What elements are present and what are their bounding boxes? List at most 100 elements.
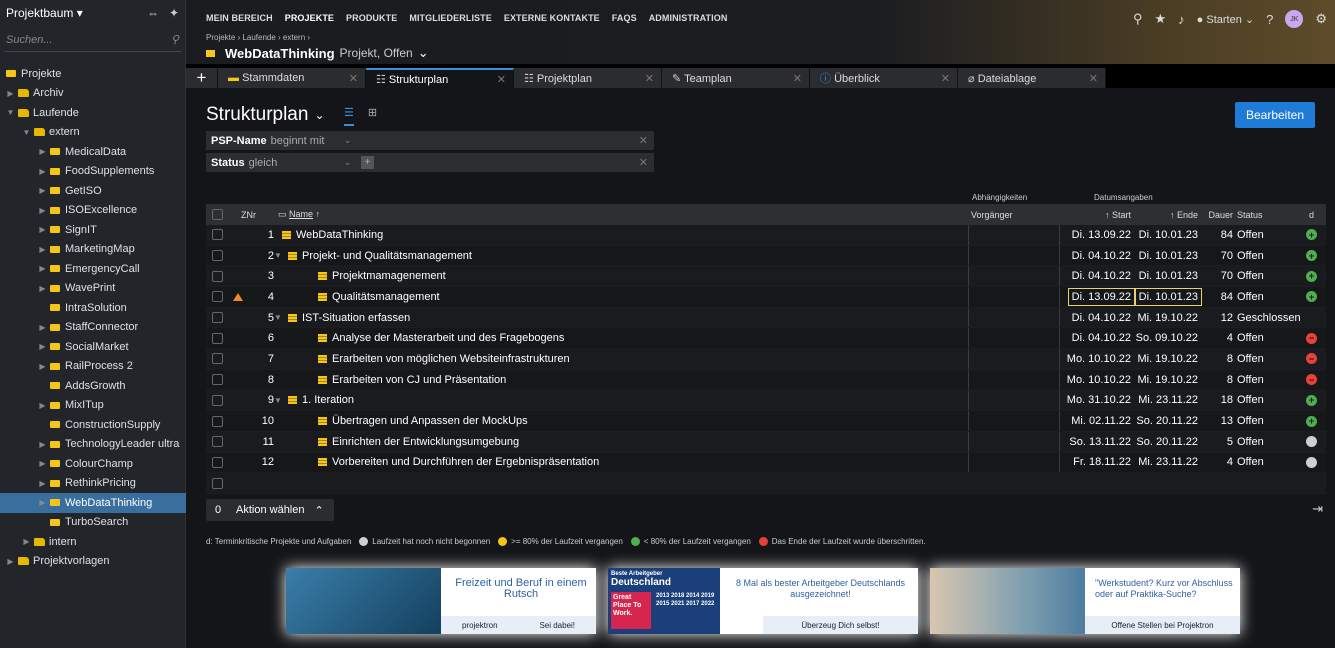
tree-node[interactable]: ▶ intern bbox=[0, 532, 186, 552]
expand-icon[interactable]: ▶ bbox=[38, 362, 47, 371]
close-icon[interactable]: ✕ bbox=[349, 72, 358, 85]
tree-node[interactable]: IntraSolution bbox=[0, 298, 186, 318]
tree-node[interactable]: ▶ StaffConnector bbox=[0, 318, 186, 338]
collapse-icon[interactable]: ⇔ bbox=[147, 6, 159, 20]
row-name[interactable]: Qualitätsmanagement bbox=[318, 291, 440, 303]
table-row[interactable]: 12 Vorbereiten und Durchführen der Ergebn… bbox=[206, 452, 1326, 474]
row-name[interactable]: Erarbeiten von möglichen Websiteinfrastr… bbox=[318, 353, 570, 365]
col-end[interactable]: ↑ Ende bbox=[1132, 210, 1198, 220]
table-row[interactable]: 7 Erarbeiten von möglichen Websiteinfrast… bbox=[206, 349, 1326, 370]
row-checkbox[interactable] bbox=[212, 374, 223, 386]
row-name[interactable]: Übertragen und Anpassen der MockUps bbox=[318, 415, 528, 427]
expand-icon[interactable]: ▶ bbox=[38, 147, 47, 156]
pin-icon[interactable]: ✦ bbox=[169, 6, 179, 20]
tree-search-field[interactable]: Suchen... ⚲ bbox=[4, 28, 181, 52]
col-name[interactable]: ▭ Name ↑ bbox=[278, 209, 320, 220]
tab-stammdaten[interactable]: ▬ Stammdaten ✕ bbox=[218, 68, 366, 88]
nav-item[interactable]: PROJEKTE bbox=[285, 13, 334, 23]
expand-icon[interactable]: ▶ bbox=[22, 537, 31, 546]
row-name[interactable]: ▼ IST-Situation erfassen bbox=[274, 312, 410, 324]
nav-item[interactable]: MITGLIEDERLISTE bbox=[409, 13, 492, 23]
ad-banner-award[interactable]: Beste Arbeitgeber Deutschland Great Plac… bbox=[608, 568, 918, 634]
expand-icon[interactable]: ▶ bbox=[38, 323, 47, 332]
tree-node[interactable]: ▶ ColourChamp bbox=[0, 454, 186, 474]
tree-node[interactable]: ▶ WavePrint bbox=[0, 279, 186, 299]
expand-icon[interactable]: ▶ bbox=[38, 284, 47, 293]
filter-operator[interactable]: beginnt mit bbox=[271, 135, 325, 147]
filter-operator[interactable]: gleich bbox=[249, 157, 278, 169]
tree-node[interactable]: ▶ MixITup bbox=[0, 396, 186, 416]
start-menu[interactable]: ● Starten ⌄ bbox=[1197, 13, 1254, 26]
row-name[interactable]: WebDataThinking bbox=[282, 229, 383, 241]
tree-node[interactable]: ▶ EmergencyCall bbox=[0, 259, 186, 279]
page-title[interactable]: Strukturplan ⌄ bbox=[206, 104, 325, 126]
ad-banner-rutsch[interactable]: Freizeit und Beruf in einem Rutsch proje… bbox=[286, 568, 596, 634]
ad-banner-jobs[interactable]: "Werkstudent? Kurz vor Abschluss oder au… bbox=[930, 568, 1240, 634]
action-bar[interactable]: 0 Aktion wählen ⌃ bbox=[206, 499, 334, 521]
expand-icon[interactable]: ▶ bbox=[38, 225, 47, 234]
row-checkbox[interactable] bbox=[212, 477, 223, 489]
row-checkbox[interactable] bbox=[212, 456, 223, 468]
tree-node[interactable]: ▶ GetISO bbox=[0, 181, 186, 201]
tree-node[interactable]: ▼ extern bbox=[0, 123, 186, 143]
row-checkbox[interactable] bbox=[212, 250, 223, 262]
expand-icon[interactable]: ▼ bbox=[6, 108, 15, 117]
tree-node[interactable]: ▶ RethinkPricing bbox=[0, 474, 186, 494]
tree-node[interactable]: ▶ TechnologyLeader ultra bbox=[0, 435, 186, 455]
table-row[interactable]: 1 WebDataThinking Di. 13.09.22 Di. 10.01.23… bbox=[206, 225, 1326, 246]
collapse-icon[interactable]: ▼ bbox=[274, 313, 284, 322]
list-view-icon[interactable]: ☰ bbox=[344, 106, 354, 126]
tree-node[interactable]: ▶ MedicalData bbox=[0, 142, 186, 162]
nav-item[interactable]: PRODUKTE bbox=[346, 13, 397, 23]
collapse-icon[interactable]: ▼ bbox=[274, 251, 284, 260]
export-icon[interactable]: ⇥ bbox=[1312, 501, 1323, 517]
close-icon[interactable]: ✕ bbox=[1089, 72, 1098, 85]
row-checkbox[interactable] bbox=[212, 353, 223, 365]
star-icon[interactable]: ★ bbox=[1155, 11, 1167, 27]
nav-item[interactable]: ADMINISTRATION bbox=[649, 13, 728, 23]
add-tab-button[interactable]: + bbox=[186, 68, 218, 88]
gear-icon[interactable]: ⚙ bbox=[1315, 11, 1327, 27]
breadcrumb[interactable]: Projekte › Laufende › extern › bbox=[206, 33, 310, 42]
nav-item[interactable]: EXTERNE KONTAKTE bbox=[504, 13, 600, 23]
expand-icon[interactable]: ▶ bbox=[38, 440, 47, 449]
expand-icon[interactable]: ▶ bbox=[38, 186, 47, 195]
row-name[interactable]: Vorbereiten und Durchführen der Ergebnis… bbox=[318, 456, 599, 468]
collapse-icon[interactable]: ▼ bbox=[274, 396, 284, 405]
tree-node[interactable]: ▶ SocialMarket bbox=[0, 337, 186, 357]
row-checkbox[interactable] bbox=[212, 415, 223, 427]
row-name[interactable]: Einrichten der Entwicklungsumgebung bbox=[318, 436, 519, 448]
tab-dateiablage[interactable]: ⌀ Dateiablage ✕ bbox=[958, 68, 1106, 88]
row-checkbox[interactable] bbox=[212, 436, 223, 448]
chevron-down-icon[interactable]: ⌄ bbox=[344, 157, 352, 168]
expand-icon[interactable]: ▶ bbox=[38, 206, 47, 215]
tree-node[interactable]: Projekte bbox=[0, 64, 186, 84]
col-start[interactable]: ↑ Start bbox=[1061, 210, 1131, 220]
close-icon[interactable]: ✕ bbox=[497, 73, 506, 86]
tree-node[interactable]: ▶ Projektvorlagen bbox=[0, 552, 186, 572]
tab-projektplan[interactable]: ☷ Projektplan ✕ bbox=[514, 68, 662, 88]
tab-strukturplan[interactable]: ☷ Strukturplan ✕ bbox=[366, 68, 514, 88]
row-checkbox[interactable] bbox=[212, 332, 223, 344]
table-row[interactable]: 5 ▼ IST-Situation erfassen Di. 04.10.22 Mi. … bbox=[206, 307, 1326, 329]
sidebar-title[interactable]: Projektbaum ▾ bbox=[6, 6, 83, 20]
row-checkbox[interactable] bbox=[212, 229, 223, 241]
tree-node[interactable]: ▶ RailProcess 2 bbox=[0, 357, 186, 377]
tree-node[interactable]: ▶ MarketingMap bbox=[0, 240, 186, 260]
table-row[interactable]: 9 ▼ 1. Iteration Mo. 31.10.22 Mi. 23.11.22 18… bbox=[206, 390, 1326, 412]
col-d[interactable]: d bbox=[1309, 210, 1314, 220]
search-icon[interactable]: ⚲ bbox=[1133, 11, 1143, 27]
table-row[interactable]: 2 ▼ Projekt- und Qualitätsmanagement Di. 04… bbox=[206, 245, 1326, 267]
close-icon[interactable]: ✕ bbox=[941, 72, 950, 85]
close-icon[interactable]: ✕ bbox=[639, 156, 648, 169]
row-checkbox[interactable] bbox=[212, 312, 223, 324]
table-row[interactable]: 3 Projektmamagenement Di. 04.10.22 Di. 10.0… bbox=[206, 266, 1326, 288]
col-pred[interactable]: Vorgänger bbox=[971, 210, 1013, 220]
row-checkbox[interactable] bbox=[212, 270, 223, 282]
filter-status[interactable]: Status gleich ⌄ + ✕ bbox=[206, 153, 654, 172]
tree-node[interactable]: ▼ Laufende bbox=[0, 103, 186, 123]
help-icon[interactable]: ? bbox=[1266, 12, 1273, 27]
tab-überblick[interactable]: ⓘ Überblick ✕ bbox=[810, 68, 958, 88]
table-row[interactable]: 11 Einrichten der Entwicklungsumgebung So.… bbox=[206, 431, 1326, 453]
select-all-checkbox[interactable] bbox=[212, 209, 223, 220]
